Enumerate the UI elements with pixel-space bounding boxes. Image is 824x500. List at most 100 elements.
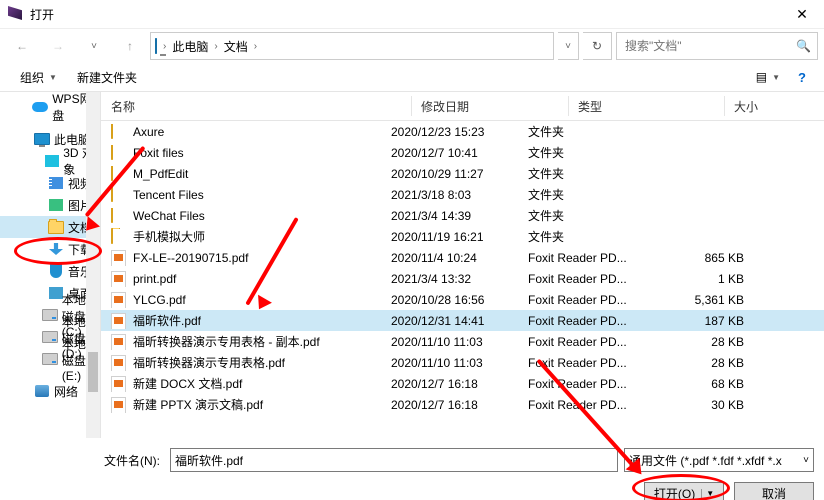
dialog-body: WPS网盘此电脑3D 对象视频图片文档下载音乐桌面本地磁盘 (C:)本地磁盘 (… — [0, 92, 824, 438]
recent-drop[interactable]: ˅ — [78, 32, 110, 60]
file-name: M_PdfEdit — [133, 167, 188, 181]
tree-item[interactable]: 视频 — [0, 172, 100, 194]
col-date[interactable]: 修改日期 — [411, 92, 568, 120]
file-name: WeChat Files — [133, 209, 205, 223]
tree-item[interactable]: WPS网盘 — [0, 96, 100, 118]
path-segment[interactable]: 此电脑 — [172, 38, 208, 55]
titlebar: 打开 ✕ — [0, 0, 824, 29]
col-size[interactable]: 大小 — [724, 92, 824, 120]
path-segment[interactable]: 文档 — [224, 38, 248, 55]
folder-icon — [111, 145, 127, 161]
organize-button[interactable]: 组织▼ — [12, 64, 65, 90]
file-name: Tencent Files — [133, 188, 204, 202]
file-type: 文件夹 — [528, 228, 664, 245]
nav-tree[interactable]: WPS网盘此电脑3D 对象视频图片文档下载音乐桌面本地磁盘 (C:)本地磁盘 (… — [0, 92, 101, 438]
file-row[interactable]: 新建 DOCX 文档.pdf2020/12/7 16:18Foxit Reade… — [101, 373, 824, 394]
file-size: 865 KB — [664, 251, 744, 265]
pdf-icon — [111, 313, 127, 329]
folder-icon — [111, 229, 127, 245]
pdf-icon — [111, 271, 127, 287]
chevron-right-icon[interactable]: › — [163, 41, 166, 52]
open-button[interactable]: 打开(O)▼ — [644, 482, 724, 500]
file-date: 2020/12/7 10:41 — [391, 146, 528, 160]
folder-icon — [48, 219, 64, 235]
tree-item[interactable]: 本地磁盘 (E:) — [0, 348, 100, 370]
file-row[interactable]: 福昕转换器演示专用表格.pdf2020/11/10 11:03Foxit Rea… — [101, 352, 824, 373]
file-date: 2020/11/4 10:24 — [391, 251, 528, 265]
tree-item[interactable]: 3D 对象 — [0, 150, 100, 172]
dl-icon — [48, 241, 64, 257]
monitor-icon — [34, 131, 50, 147]
file-name: 福昕转换器演示专用表格.pdf — [133, 354, 285, 371]
file-row[interactable]: YLCG.pdf2020/10/28 16:56Foxit Reader PD.… — [101, 289, 824, 310]
pdf-icon — [111, 376, 127, 392]
file-size: 28 KB — [664, 335, 744, 349]
col-name[interactable]: 名称 — [101, 92, 411, 120]
file-date: 2020/11/10 11:03 — [391, 356, 528, 370]
chevron-right-icon[interactable]: › — [254, 41, 257, 52]
file-row[interactable]: Foxit files2020/12/7 10:41文件夹 — [101, 142, 824, 163]
pic-icon — [48, 197, 64, 213]
folder-icon — [111, 124, 127, 140]
disk-icon — [42, 351, 58, 367]
tree-item[interactable]: 网络 — [0, 380, 100, 402]
file-row[interactable]: 福昕转换器演示专用表格 - 副本.pdf2020/11/10 11:03Foxi… — [101, 331, 824, 352]
folder-icon — [111, 166, 127, 182]
forward-button[interactable]: → — [42, 32, 74, 60]
path-dropdown[interactable]: ˅ — [558, 32, 579, 60]
window-title: 打开 — [30, 6, 782, 23]
tree-item[interactable]: 文档 — [0, 216, 100, 238]
file-type: Foxit Reader PD... — [528, 314, 664, 328]
pdf-icon — [111, 397, 127, 413]
file-row[interactable]: Tencent Files2021/3/18 8:03文件夹 — [101, 184, 824, 205]
column-headers: 名称 修改日期 类型 大小 — [101, 92, 824, 121]
file-date: 2020/11/19 16:21 — [391, 230, 528, 244]
file-date: 2020/10/29 11:27 — [391, 167, 528, 181]
tree-item[interactable]: 音乐 — [0, 260, 100, 282]
refresh-button[interactable]: ↻ — [583, 32, 612, 60]
file-type: Foxit Reader PD... — [528, 251, 664, 265]
file-type: Foxit Reader PD... — [528, 335, 664, 349]
scrollbar[interactable] — [86, 92, 100, 438]
file-name: 新建 PPTX 演示文稿.pdf — [133, 396, 263, 413]
new-folder-button[interactable]: 新建文件夹 — [69, 64, 145, 90]
file-row[interactable]: FX-LE--20190715.pdf 2020/11/4 10:24Foxit … — [101, 247, 824, 268]
filetype-dropdown[interactable]: 通用文件 (*.pdf *.fdf *.xfdf *.x˅ — [624, 448, 814, 472]
file-name: print.pdf — [133, 272, 176, 286]
file-row[interactable]: 新建 PPTX 演示文稿.pdf2020/12/7 16:18Foxit Rea… — [101, 394, 824, 415]
file-row[interactable]: print.pdf2021/3/4 13:32Foxit Reader PD..… — [101, 268, 824, 289]
back-button[interactable]: ← — [6, 32, 38, 60]
file-name: Axure — [133, 125, 164, 139]
view-button[interactable]: ▤▼ — [748, 64, 788, 90]
chevron-right-icon[interactable]: › — [214, 41, 217, 52]
file-size: 68 KB — [664, 377, 744, 391]
search-box[interactable]: 🔍 — [616, 32, 818, 60]
file-name: FX-LE--20190715.pdf — [133, 251, 248, 265]
close-button[interactable]: ✕ — [782, 6, 822, 23]
file-row[interactable]: M_PdfEdit2020/10/29 11:27文件夹 — [101, 163, 824, 184]
monitor-icon — [155, 39, 157, 53]
file-list: 名称 修改日期 类型 大小 Axure2020/12/23 15:23文件夹Fo… — [101, 92, 824, 438]
col-type[interactable]: 类型 — [568, 92, 724, 120]
help-button[interactable]: ? — [792, 67, 812, 87]
tree-item[interactable]: 图片 — [0, 194, 100, 216]
file-row[interactable]: 福昕软件.pdf2020/12/31 14:41Foxit Reader PD.… — [101, 310, 824, 331]
disk-icon — [42, 329, 58, 345]
file-row[interactable]: 手机模拟大师2020/11/19 16:21文件夹 — [101, 226, 824, 247]
pdf-icon — [111, 292, 127, 308]
folder-icon — [111, 208, 127, 224]
up-button[interactable]: ↑ — [114, 32, 146, 60]
filename-input[interactable] — [170, 448, 618, 472]
path-bar[interactable]: › 此电脑 › 文档 › — [150, 32, 554, 60]
file-name: YLCG.pdf — [133, 293, 186, 307]
cancel-button[interactable]: 取消 — [734, 482, 814, 500]
tree-item-label: 网络 — [54, 383, 78, 400]
file-row[interactable]: Axure2020/12/23 15:23文件夹 — [101, 121, 824, 142]
tree-item[interactable]: 下载 — [0, 238, 100, 260]
file-date: 2021/3/4 13:32 — [391, 272, 528, 286]
music-icon — [48, 263, 64, 279]
search-input[interactable] — [623, 38, 790, 54]
file-row[interactable]: WeChat Files2021/3/4 14:39文件夹 — [101, 205, 824, 226]
pdf-icon — [111, 250, 127, 266]
search-icon: 🔍 — [796, 39, 811, 53]
